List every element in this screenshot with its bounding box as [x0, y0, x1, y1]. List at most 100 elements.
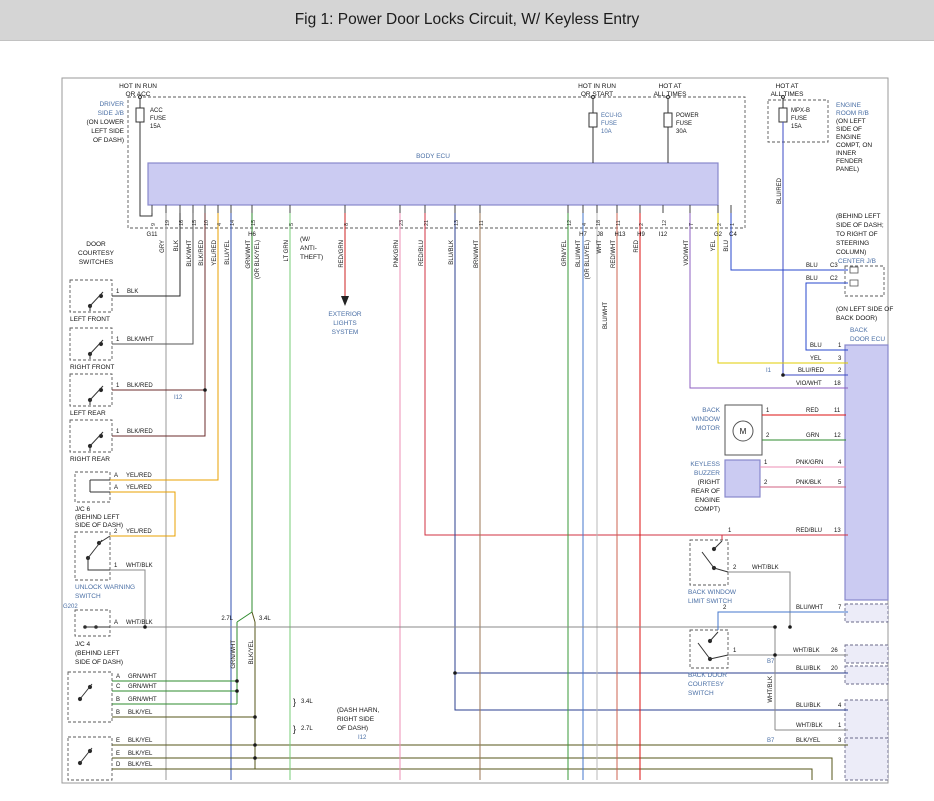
hot-label: ALL TIMES — [771, 91, 805, 98]
pin-label: 1 — [116, 383, 120, 389]
pin-number: 13 — [454, 220, 460, 226]
pin-label: 13 — [834, 528, 841, 534]
pin-label: 1 — [766, 408, 770, 414]
wire-color-label: BLU/BLK — [796, 666, 821, 672]
jb-label: (ON LOWER — [86, 119, 124, 126]
wire-color-label: GRN/YEL — [562, 239, 568, 266]
jb-label: PANEL) — [836, 166, 859, 173]
pin-number: 23 — [399, 220, 405, 226]
pin-label: 2 — [764, 480, 768, 486]
jb-label: SIDE J/B — [98, 110, 124, 117]
wire-color-label: RED/BLU — [419, 240, 425, 266]
note-label: ANTI- — [300, 245, 317, 252]
location-label: COMPT) — [694, 506, 720, 513]
pin-number: 21 — [424, 220, 430, 226]
wire-color-label: PNK/GRN — [796, 460, 823, 466]
pin-label: A — [114, 473, 118, 479]
wire-color-note: BLU/WHT — [603, 302, 609, 329]
pin-label: 1 — [728, 528, 732, 534]
pin-number: 12 — [662, 220, 668, 226]
junction-dots — [143, 373, 792, 760]
wire-color-label: BLU — [810, 343, 822, 349]
pin-number: 9 — [151, 223, 157, 226]
connector-label: J8 — [597, 232, 604, 238]
acc-fuse-symbol — [136, 108, 144, 122]
wire-color-label: YEL/RED — [212, 239, 218, 265]
wire-color-label: GRN/WHT — [246, 240, 252, 269]
left-labels: DOOR COURTESY SWITCHES LEFT FRONT 1 BLK … — [63, 241, 183, 768]
pin-label: 26 — [831, 648, 838, 654]
wire-color-label: WHT — [597, 240, 603, 254]
jb-label: OF DASH) — [93, 137, 124, 144]
wire-color-label: BLK/WHT — [127, 337, 154, 343]
location-label: (RIGHT — [698, 479, 720, 486]
fuse-label: ECU-IG — [601, 113, 622, 119]
pin-number: 18 — [596, 220, 602, 226]
wire-color-label: BRN/WHT — [474, 240, 480, 268]
fuse-label: 15A — [791, 124, 802, 130]
ecuig-fuse-symbol — [589, 113, 597, 127]
keyless-buzzer-box — [725, 460, 760, 497]
back-door-ecu-box — [845, 345, 888, 600]
pin-number: 5 — [289, 223, 295, 226]
fuse-label: 15A — [150, 124, 161, 130]
connector-box — [845, 645, 888, 663]
wire-color-label: WHT/BLK — [796, 723, 823, 729]
junction-label: I12 — [358, 735, 367, 741]
wire-color-label: YEL — [810, 356, 822, 362]
pin-label: 3 — [838, 356, 842, 362]
connector-label: I12 — [659, 232, 668, 238]
body-ecu-box — [148, 163, 718, 205]
note-label: RIGHT SIDE — [337, 716, 375, 723]
pin-label: 1 — [838, 343, 842, 349]
power-fuse-symbol — [664, 113, 672, 127]
jc4-box — [75, 610, 110, 636]
system-link-label: SYSTEM — [332, 329, 359, 336]
location-label: SIDE OF DASH) — [75, 659, 123, 666]
wire-color-label: WHT/BLK — [126, 563, 153, 569]
component-label: DOOR ECU — [850, 336, 885, 343]
figure-title: Fig 1: Power Door Locks Circuit, W/ Keyl… — [295, 11, 640, 29]
connector-label: H13 — [614, 232, 626, 238]
wire-color-label: BLU/YEL — [225, 239, 231, 264]
location-label: (ON LEFT SIDE OF — [836, 306, 893, 313]
wire-color-label: YEL/RED — [126, 529, 152, 535]
wire-color-label: (OR BLK/YEL) — [255, 240, 261, 279]
pin-label: C2 — [830, 276, 838, 282]
pin-label: 11 — [834, 408, 841, 414]
system-link-label: LIGHTS — [333, 320, 357, 327]
wire-color-label: WHT/BLK — [126, 620, 153, 626]
pin-label: 1 — [116, 337, 120, 343]
wire-color-label: GRN/WHT — [128, 697, 157, 703]
pin-label: 2 — [733, 565, 737, 571]
pin-label: 4 — [838, 703, 842, 709]
wire-wht-blk — [728, 572, 790, 627]
connector-label: C4 — [729, 232, 737, 238]
connector-label: H6 — [248, 232, 256, 238]
pin-label: 1 — [838, 723, 842, 729]
wire-vio-wht — [690, 213, 848, 388]
connector-label: G2 — [714, 232, 723, 238]
ecu-pin-ticks — [152, 205, 731, 213]
jb-label: SIDE OF — [836, 126, 862, 133]
connector-label: B7 — [767, 738, 775, 744]
pin-number: 16 — [179, 220, 185, 226]
component-label: BACK — [702, 407, 720, 414]
wire-color-label: (OR BLU/YEL) — [585, 240, 591, 279]
fuse-label: MPX-B — [791, 108, 810, 114]
wire-color-label: BLK/YEL — [128, 762, 153, 768]
hot-label: HOT AT — [776, 83, 799, 90]
fuse-label: FUSE — [791, 116, 807, 122]
wire-blk-yel — [112, 769, 812, 780]
pin-number: 15 — [192, 220, 198, 226]
note-label: (DASH HARN, — [337, 707, 379, 714]
wire-color-label: BLU/WHT — [796, 605, 823, 611]
switch-symbols — [78, 292, 728, 765]
jb-label: COMPT, ON — [836, 142, 872, 149]
wire-color-label: BLK — [174, 240, 180, 251]
lock-assembly-box-1 — [68, 672, 112, 722]
wire-color-label: RED — [634, 239, 640, 252]
fuse-label: POWER — [676, 113, 699, 119]
pin-label: B — [116, 710, 120, 716]
back-window-limit-switch-box — [690, 540, 728, 585]
